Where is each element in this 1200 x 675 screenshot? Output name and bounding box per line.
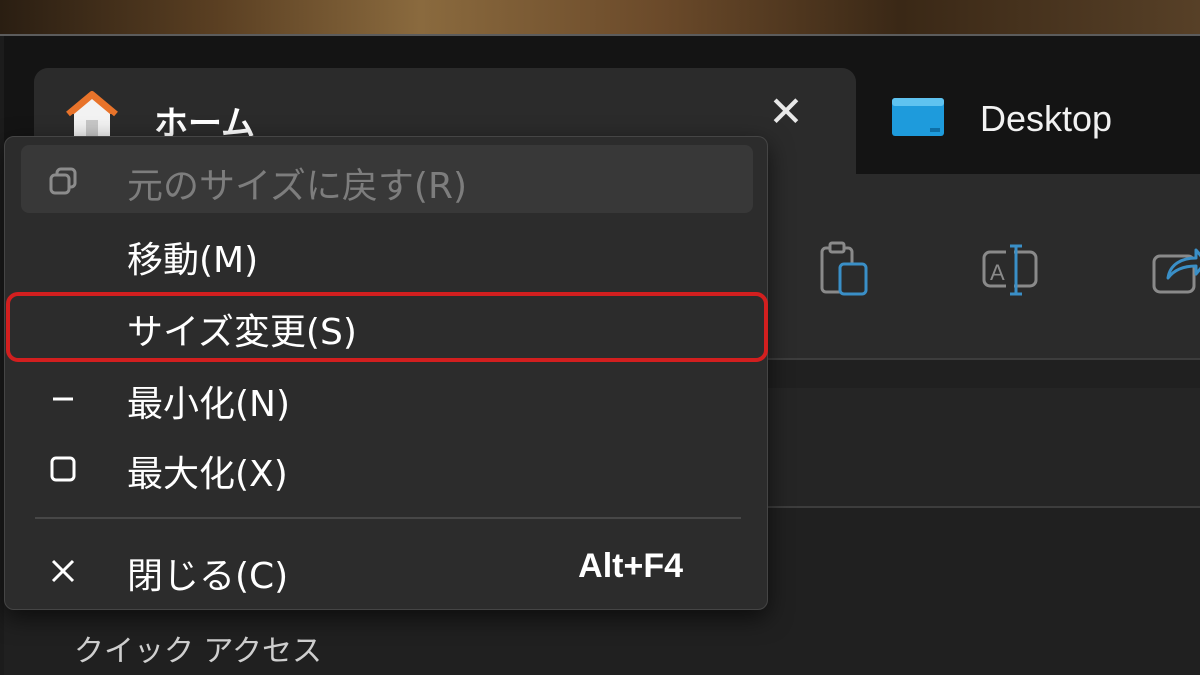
content-divider [768, 506, 1200, 508]
menu-item-move[interactable]: 移動(M) [21, 219, 753, 287]
menu-item-close-label: 閉じる(C) [127, 556, 289, 597]
menu-item-maximize[interactable]: 最大化(X) [21, 433, 753, 501]
menu-item-move-label: 移動(M) [127, 240, 259, 281]
rename-icon[interactable]: A [980, 240, 1040, 300]
minimize-icon [53, 397, 73, 401]
desktop-wallpaper [0, 0, 1200, 36]
desktop-folder-icon [892, 98, 944, 136]
window-system-menu: 元のサイズに戻す(R) 移動(M) サイズ変更(S) 最小化(N) 最大化(X)… [4, 136, 768, 610]
restore-icon [49, 167, 77, 195]
tab-desktop-label: Desktop [980, 98, 1113, 139]
svg-text:A: A [990, 260, 1005, 285]
address-bar-region [768, 388, 1200, 508]
menu-separator [35, 517, 741, 519]
close-icon [51, 559, 75, 583]
share-icon[interactable] [1148, 240, 1200, 300]
menu-item-restore-label: 元のサイズに戻す(R) [127, 166, 468, 207]
menu-item-close-shortcut: Alt+F4 [578, 547, 683, 585]
menu-item-minimize[interactable]: 最小化(N) [21, 363, 753, 431]
paste-icon[interactable] [818, 240, 878, 300]
toolbar-divider [768, 358, 1200, 360]
maximize-icon [50, 456, 76, 482]
menu-item-maximize-label: 最大化(X) [127, 454, 288, 495]
home-icon [66, 91, 118, 136]
menu-item-minimize-label: 最小化(N) [127, 384, 291, 425]
quick-access-header: クイック アクセス [74, 634, 323, 669]
close-tab-button[interactable]: ✕ [764, 90, 808, 134]
annotation-highlight-box [6, 292, 768, 362]
menu-item-restore[interactable]: 元のサイズに戻す(R) [21, 145, 753, 213]
menu-item-close[interactable]: 閉じる(C) Alt+F4 [21, 535, 753, 603]
tab-desktop[interactable]: Desktop [862, 68, 1200, 174]
